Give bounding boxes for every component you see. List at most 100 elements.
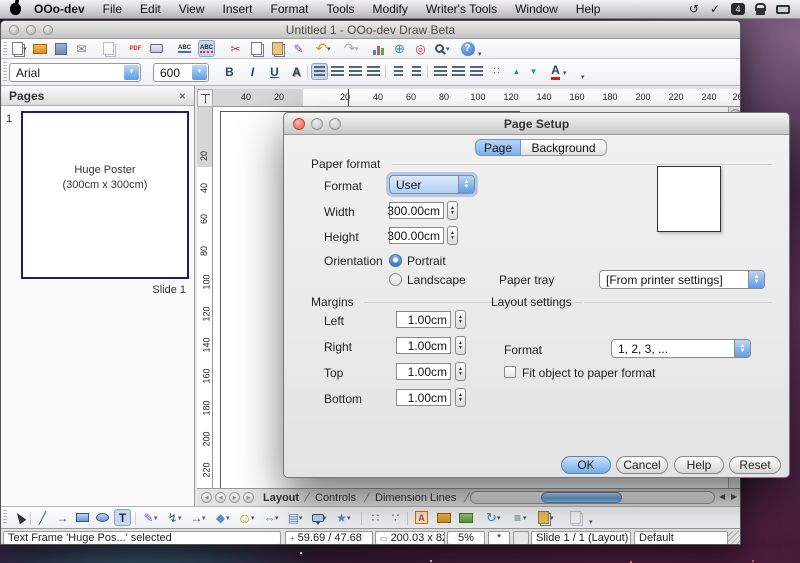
tab-controls[interactable]: Controls [309, 489, 362, 507]
lines-arrows-dropdown-icon[interactable]: ▾ [202, 514, 206, 522]
close-dialog-button[interactable] [293, 118, 305, 130]
margin-bottom-stepper[interactable]: ▲▼ [455, 388, 466, 407]
fontwork-icon[interactable]: A [413, 509, 430, 526]
lock-icon[interactable] [756, 8, 765, 15]
margin-top-field[interactable]: 1.00cm [396, 363, 451, 380]
margin-right-field[interactable]: 1.00cm [396, 337, 451, 354]
shadow-text-button[interactable]: A [288, 63, 305, 80]
from-file-icon[interactable] [457, 509, 474, 526]
time-machine-icon[interactable]: ↺ [689, 2, 699, 16]
menu-view[interactable]: View [170, 2, 214, 16]
menu-writers-tools[interactable]: Writer's Tools [417, 2, 506, 16]
menu-window[interactable]: Window [506, 2, 567, 16]
chart-icon[interactable] [370, 40, 387, 57]
horizontal-scrollbar[interactable] [470, 491, 715, 504]
width-field[interactable]: 300.00cm [389, 202, 444, 219]
redo-dropdown-icon[interactable]: ▾ [355, 45, 359, 53]
align-center-button[interactable] [329, 63, 346, 80]
ellipse-tool-icon[interactable] [94, 509, 111, 526]
scroll-right-icon[interactable]: ▶ [731, 492, 737, 501]
align-justify-button[interactable] [365, 63, 382, 80]
toolbar-grip[interactable] [3, 42, 7, 55]
hyperlink-icon[interactable]: ⊕ [391, 40, 408, 57]
edit-points-icon[interactable]: ∷ [367, 509, 384, 526]
zoom-dialog-button[interactable] [329, 118, 341, 130]
export-pdf-icon[interactable]: PDF [127, 40, 144, 57]
horizontal-ruler[interactable]: 40 20 20 40 60 80 100 120 140 160 180 20… [213, 89, 741, 107]
font-color-icon[interactable]: A [547, 63, 564, 80]
autospellcheck-icon[interactable]: ABC [198, 40, 215, 57]
status-page-style[interactable]: Default [634, 531, 728, 545]
spellcheck-icon[interactable]: ABC [176, 40, 193, 57]
spaces-icon[interactable]: 4 [731, 3, 745, 15]
status-zoom[interactable]: 5% [447, 531, 485, 545]
line-spacing-1-icon[interactable] [432, 63, 449, 80]
curve-dropdown-icon[interactable]: ▾ [154, 514, 158, 522]
help-icon[interactable]: ? [459, 40, 476, 57]
displays-icon[interactable] [776, 5, 790, 14]
align-left-button[interactable] [311, 63, 328, 80]
block-arrows-dropdown-icon[interactable]: ▾ [275, 514, 279, 522]
margin-left-field[interactable]: 1.00cm [396, 311, 451, 328]
align-right-button[interactable] [347, 63, 364, 80]
paste-icon[interactable] [269, 40, 286, 57]
tab-dimension-lines[interactable]: Dimension Lines [369, 489, 462, 507]
paper-tray-popup[interactable]: [From printer settings] ▲▼ [599, 270, 765, 289]
height-field[interactable]: 300.00cm [389, 227, 444, 244]
tab-layout[interactable]: Layout [257, 489, 305, 507]
text-tool-icon[interactable]: T [114, 509, 131, 526]
portrait-radio[interactable] [389, 254, 402, 267]
status-slide[interactable]: Slide 1 / 1 (Layout) [531, 531, 631, 545]
landscape-radio[interactable] [389, 273, 402, 286]
undo-dropdown-icon[interactable]: ▾ [327, 45, 331, 53]
copy-icon[interactable] [248, 40, 265, 57]
close-window-button[interactable] [9, 25, 19, 35]
basic-shapes-dropdown-icon[interactable]: ▾ [226, 514, 230, 522]
decrease-spacing-icon[interactable] [408, 63, 425, 80]
width-stepper[interactable]: ▲▼ [447, 201, 458, 220]
menu-format[interactable]: Format [262, 2, 318, 16]
symbol-shapes-dropdown-icon[interactable]: ▾ [251, 514, 255, 522]
toolbar-overflow-icon[interactable]: ▾ [478, 50, 482, 58]
edit-file-icon[interactable] [100, 40, 117, 57]
fit-object-checkbox[interactable] [504, 366, 516, 378]
horizontal-scrollbar-thumb[interactable] [541, 492, 622, 503]
new-dropdown-icon[interactable]: ▾ [23, 45, 27, 53]
first-slide-button[interactable]: ◀ [201, 492, 212, 503]
flowchart-dropdown-icon[interactable]: ▾ [299, 514, 303, 522]
tab-background[interactable]: Background [521, 139, 607, 156]
vertical-ruler[interactable]: 20 40 60 80 100 120 140 160 180 200 220 [197, 107, 213, 488]
font-size-combo[interactable]: 600 ▼ [153, 63, 209, 82]
menu-edit[interactable]: Edit [131, 2, 170, 16]
demote-icon[interactable]: ▼ [525, 63, 542, 80]
select-tool-icon[interactable] [11, 509, 28, 526]
font-size-dropdown-icon[interactable]: ▼ [192, 65, 207, 80]
arrange-dropdown-icon[interactable]: ▾ [550, 514, 554, 522]
email-icon[interactable]: ✉ [73, 40, 90, 57]
help-button[interactable]: Help [674, 456, 724, 474]
font-name-combo[interactable]: Arial ▼ [9, 63, 141, 82]
height-stepper[interactable]: ▲▼ [447, 226, 458, 245]
margin-right-stepper[interactable]: ▲▼ [455, 336, 466, 355]
margin-bottom-field[interactable]: 1.00cm [396, 389, 451, 406]
minimize-window-button[interactable] [26, 25, 36, 35]
navigator-icon[interactable]: ◎ [412, 40, 429, 57]
zoom-window-button[interactable] [43, 25, 53, 35]
status-modified[interactable]: * [488, 531, 510, 545]
gallery-icon[interactable] [435, 509, 452, 526]
previous-slide-button[interactable]: ◀ [215, 492, 226, 503]
window-titlebar[interactable]: Untitled 1 - OOo-dev Draw Beta [1, 21, 740, 39]
menu-tools[interactable]: Tools [318, 2, 364, 16]
zoom-dropdown-icon[interactable]: ▾ [446, 45, 450, 53]
rotate-dropdown-icon[interactable]: ▾ [497, 514, 501, 522]
alignment-dropdown-icon[interactable]: ▾ [523, 514, 527, 522]
minimize-dialog-button[interactable] [311, 118, 323, 130]
font-color-dropdown-icon[interactable]: ▾ [563, 69, 567, 77]
line-spacing-2-icon[interactable] [468, 63, 485, 80]
toolbar-overflow-icon[interactable]: ▾ [581, 73, 585, 81]
stars-dropdown-icon[interactable]: ▾ [347, 514, 351, 522]
toolbar-grip[interactable] [3, 510, 7, 525]
window-resize-grip[interactable] [728, 531, 741, 545]
cancel-button[interactable]: Cancel [616, 456, 668, 474]
menu-app[interactable]: OOo-dev [25, 2, 94, 16]
